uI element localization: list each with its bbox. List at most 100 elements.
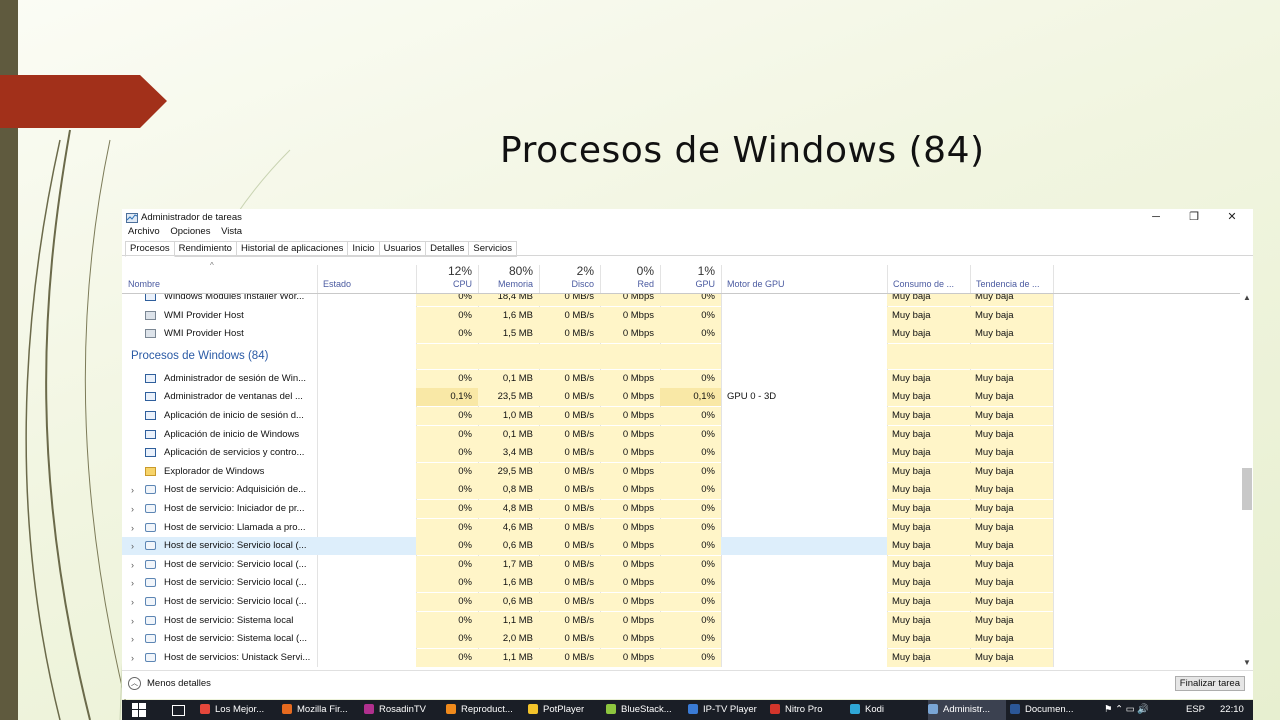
process-power: Muy baja xyxy=(887,500,970,518)
process-row[interactable]: Explorador de Windows 0% 29,5 MB 0 MB/s 0 Mb… xyxy=(122,462,1240,481)
taskbar-item[interactable]: Nitro Pro xyxy=(770,700,846,720)
process-name: WMI Provider Host xyxy=(164,309,244,321)
menu-vista[interactable]: Vista xyxy=(221,226,242,237)
task-view-icon[interactable] xyxy=(172,705,185,716)
chevron-right-icon[interactable]: › xyxy=(131,630,134,648)
process-row[interactable]: › Host de servicio: Servicio local (... 0%… xyxy=(122,574,1240,593)
taskbar-item[interactable]: PotPlayer xyxy=(528,700,602,720)
process-gpu: 0% xyxy=(660,444,721,463)
process-name-cell: › Host de servicios: Unistack Servi... xyxy=(122,649,317,667)
process-gpu: 0% xyxy=(660,369,721,388)
process-name: Windows Modules Installer Wor... xyxy=(164,293,305,302)
close-button[interactable]: ✕ xyxy=(1213,209,1251,225)
process-gpu-engine xyxy=(721,556,887,574)
process-row[interactable]: Administrador de sesión de Win... 0% 0,1 M… xyxy=(122,369,1240,388)
process-power: Muy baja xyxy=(887,462,970,481)
process-row[interactable]: › Host de servicio: Llamada a pro... 0% 4,6… xyxy=(122,518,1240,537)
language-indicator[interactable]: ESP xyxy=(1186,700,1205,720)
taskbar-item[interactable]: Documen... xyxy=(1010,700,1088,720)
menu-opciones[interactable]: Opciones xyxy=(170,226,210,237)
process-name: Host de servicio: Servicio local (... xyxy=(164,596,307,607)
process-row[interactable]: › Host de servicio: Iniciador de pr... 0% 4… xyxy=(122,500,1240,518)
process-row[interactable]: Windows Modules Installer Wor... 0% 18,4 M… xyxy=(122,293,1240,306)
process-row[interactable]: › Host de servicio: Servicio local (... 0%… xyxy=(122,593,1240,611)
chevron-right-icon[interactable]: › xyxy=(131,612,134,630)
group-cell-bg xyxy=(970,343,1053,369)
chevron-right-icon[interactable]: › xyxy=(131,556,134,574)
process-name: WMI Provider Host xyxy=(164,328,244,340)
process-disk: 0 MB/s xyxy=(539,425,600,444)
taskbar-item[interactable]: IP-TV Player xyxy=(688,700,766,720)
taskbar-item[interactable]: Reproduct... xyxy=(446,700,524,720)
column-header-power[interactable]: Consumo de ... xyxy=(887,256,970,293)
chevron-right-icon[interactable]: › xyxy=(131,500,134,518)
taskbar-item-label: Nitro Pro xyxy=(785,704,823,715)
taskbar-item[interactable]: Mozilla Fir... xyxy=(282,700,360,720)
less-details-button[interactable]: ︿ Menos detalles xyxy=(128,677,211,690)
taskbar-item[interactable]: Administr... xyxy=(928,700,1006,720)
process-row[interactable]: WMI Provider Host 0% 1,5 MB 0 MB/s 0 Mbps 0% M… xyxy=(122,325,1240,344)
chevron-right-icon[interactable]: › xyxy=(131,593,134,611)
process-power: Muy baja xyxy=(887,369,970,388)
process-power: Muy baja xyxy=(887,574,970,593)
column-header-cpu[interactable]: 12% CPU xyxy=(416,256,478,293)
scrollbar-thumb[interactable] xyxy=(1242,468,1252,510)
column-header-network[interactable]: 0% Red xyxy=(600,256,660,293)
taskbar-item[interactable]: BlueStack... xyxy=(606,700,684,720)
chevron-right-icon[interactable]: › xyxy=(131,519,134,537)
process-row[interactable]: Aplicación de servicios y contro... 0% 3,4… xyxy=(122,444,1240,463)
chevron-right-icon[interactable]: › xyxy=(131,649,134,667)
windows-start-icon[interactable] xyxy=(132,703,146,717)
taskbar-item[interactable]: RosadinTV xyxy=(364,700,442,720)
process-row[interactable]: WMI Provider Host 0% 1,6 MB 0 MB/s 0 Mbps 0% M… xyxy=(122,306,1240,325)
process-gpu-engine xyxy=(721,307,887,325)
process-row[interactable]: › Host de servicio: Adquisición de... 0% 0,… xyxy=(122,481,1240,500)
column-header-memory[interactable]: 80% Memoria xyxy=(478,256,539,293)
process-disk: 0 MB/s xyxy=(539,611,600,630)
process-trend: Muy baja xyxy=(970,369,1053,388)
chevron-right-icon[interactable]: › xyxy=(131,537,134,555)
chevron-right-icon[interactable]: › xyxy=(131,574,134,592)
menu-bar: Archivo Opciones Vista xyxy=(122,226,244,240)
rosadintv-icon xyxy=(364,704,374,715)
process-row[interactable]: Administrador de ventanas del ... 0,1% 23,… xyxy=(122,388,1240,407)
vertical-scrollbar[interactable]: ▲ ▼ xyxy=(1241,293,1253,667)
scroll-down-icon[interactable]: ▼ xyxy=(1241,658,1253,667)
column-header-gpu[interactable]: 1% GPU xyxy=(660,256,721,293)
chevron-right-icon[interactable]: › xyxy=(131,481,134,499)
process-disk: 0 MB/s xyxy=(539,574,600,593)
minimize-button[interactable]: ─ xyxy=(1137,209,1175,225)
scroll-up-icon[interactable]: ▲ xyxy=(1241,293,1253,302)
group-title: Procesos de Windows (84) xyxy=(131,349,269,362)
process-mem: 18,4 MB xyxy=(478,293,539,306)
process-row[interactable]: › Host de servicio: Servicio local (... 0%… xyxy=(122,537,1240,556)
process-name: Host de servicio: Servicio local (... xyxy=(164,558,307,570)
process-power: Muy baja xyxy=(887,407,970,425)
clock[interactable]: 22:10 xyxy=(1220,700,1244,720)
slide-title: Procesos de Windows (84) xyxy=(500,130,985,171)
maximize-button[interactable]: ❐ xyxy=(1175,209,1213,225)
column-header-disk[interactable]: 2% Disco xyxy=(539,256,600,293)
process-row[interactable]: › Host de servicio: Sistema local (... 0% 2… xyxy=(122,630,1240,649)
process-row[interactable]: Aplicación de inicio de Windows 0% 0,1 MB 0… xyxy=(122,425,1240,444)
column-header-name[interactable]: ^ Nombre xyxy=(122,256,317,293)
group-cell-bg xyxy=(478,343,539,369)
process-net: 0 Mbps xyxy=(600,325,660,344)
process-name-cell: Aplicación de inicio de sesión d... xyxy=(122,407,317,425)
taskbar-item[interactable]: Los Mejor... xyxy=(200,700,278,720)
group-header[interactable]: Procesos de Windows (84) xyxy=(122,343,1240,369)
process-net: 0 Mbps xyxy=(600,537,660,556)
tray-icons[interactable]: ⚑ ⌃ ▭ 🔊 xyxy=(1104,700,1149,720)
taskbar-item[interactable]: Kodi xyxy=(850,700,924,720)
process-mem: 23,5 MB xyxy=(478,388,539,407)
process-row[interactable]: › Host de servicio: Servicio local (... 0%… xyxy=(122,555,1240,574)
column-header-power-trend[interactable]: Tendencia de ... xyxy=(970,256,1053,293)
column-header-status[interactable]: Estado xyxy=(317,256,416,293)
process-row[interactable]: › Host de servicios: Unistack Servi... 0% 1… xyxy=(122,648,1240,667)
menu-archivo[interactable]: Archivo xyxy=(128,226,160,237)
end-task-button[interactable]: Finalizar tarea xyxy=(1174,676,1245,691)
process-row[interactable]: › Host de servicio: Sistema local 0% 1,1 MB… xyxy=(122,611,1240,630)
column-header-gpu-engine[interactable]: Motor de GPU xyxy=(721,256,887,293)
process-row[interactable]: Aplicación de inicio de sesión d... 0% 1,0… xyxy=(122,407,1240,425)
process-status xyxy=(317,574,416,592)
